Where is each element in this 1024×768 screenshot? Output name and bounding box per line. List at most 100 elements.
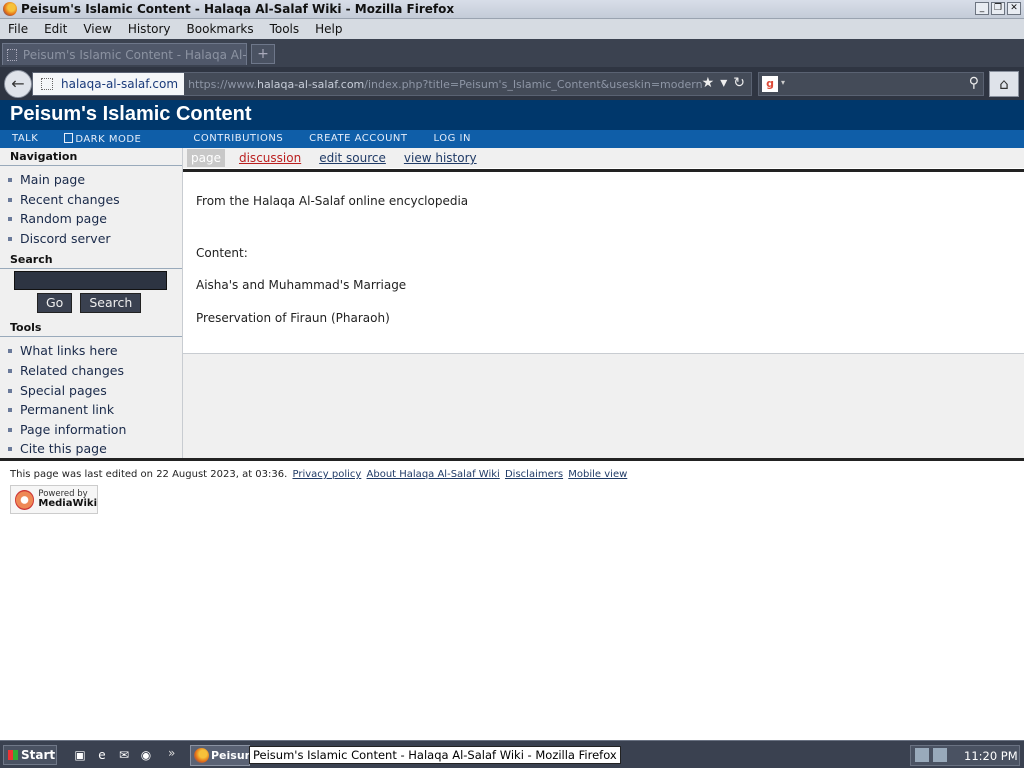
search-heading: Search (0, 251, 182, 270)
tab-view-history[interactable]: view history (404, 151, 477, 165)
sidebar-item-permanent-link[interactable]: Permanent link (0, 400, 182, 420)
bookmark-star-icon[interactable]: ★ (702, 75, 715, 91)
url-prefix: https://www. (188, 77, 257, 91)
windows-logo-icon (8, 750, 18, 760)
url-path: /index.php?title=Peisum's_Islamic_Conten… (364, 77, 703, 91)
footer-divider (0, 458, 1024, 461)
personal-tools: TALK DARK MODE CONTRIBUTIONS CREATE ACCO… (0, 130, 1024, 148)
new-tab-button[interactable]: + (251, 44, 275, 64)
internet-explorer-icon[interactable]: e (94, 747, 110, 763)
site-name[interactable]: Peisum's Islamic Content (10, 103, 252, 126)
window-titlebar: Peisum's Islamic Content - Halaqa Al-Sal… (0, 0, 1024, 19)
menu-tools[interactable]: Tools (270, 22, 300, 36)
content-link-firaun-preservation[interactable]: Preservation of Firaun (Pharaoh) (196, 311, 1011, 325)
menu-help[interactable]: Help (315, 22, 342, 36)
search-input[interactable] (14, 271, 167, 291)
tab-discussion[interactable]: discussion (239, 151, 301, 165)
url-text[interactable]: https://www.halaqa-al-salaf.com/index.ph… (188, 78, 702, 91)
window-controls: _ ❐ ✕ (975, 2, 1021, 15)
quick-launch: ▣ e ✉ ◉ (72, 747, 154, 763)
magnifier-icon[interactable]: ⚲ (969, 75, 979, 91)
content-link-aisha-marriage[interactable]: Aisha's and Muhammad's Marriage (196, 278, 1011, 292)
create-account-link[interactable]: CREATE ACCOUNT (309, 133, 407, 145)
privacy-policy-link[interactable]: Privacy policy (293, 469, 362, 480)
menu-bar: File Edit View History Bookmarks Tools H… (0, 19, 1024, 39)
go-button[interactable]: Go (37, 293, 73, 314)
sidebar-item-related-changes[interactable]: Related changes (0, 361, 182, 381)
sidebar-item-cite-this-page[interactable]: Cite this page (0, 439, 182, 459)
home-icon: ⌂ (999, 75, 1009, 93)
start-label: Start (21, 748, 56, 762)
tools-list: What links here Related changes Special … (0, 337, 182, 459)
back-button[interactable]: ← (4, 70, 32, 98)
tools-heading: Tools (0, 319, 182, 338)
powered-by-mediawiki-badge[interactable]: Powered by MediaWiki (10, 485, 98, 514)
contributions-link[interactable]: CONTRIBUTIONS (193, 133, 283, 145)
tab-page[interactable]: page (187, 149, 225, 167)
browser-tab[interactable]: Peisum's Islamic Content - Halaqa Al-Sal… (2, 43, 247, 65)
taskbar-tooltip: Peisum's Islamic Content - Halaqa Al-Sal… (249, 746, 621, 764)
dark-mode-link[interactable]: DARK MODE (64, 133, 167, 145)
sidebar-item-random-page[interactable]: Random page (0, 209, 182, 229)
search-buttons: Go Search (37, 293, 182, 314)
last-edited-text: This page was last edited on 22 August 2… (10, 469, 288, 480)
menu-bookmarks[interactable]: Bookmarks (187, 22, 254, 36)
wiki-header: Peisum's Islamic Content (0, 100, 1024, 130)
sidebar-item-recent-changes[interactable]: Recent changes (0, 190, 182, 210)
log-in-link[interactable]: LOG IN (434, 133, 471, 145)
dropdown-arrow-icon[interactable]: ▾ (720, 75, 727, 91)
firefox-icon (194, 748, 209, 763)
menu-view[interactable]: View (83, 22, 111, 36)
url-host: halaqa-al-salaf.com (256, 77, 365, 91)
menu-file[interactable]: File (8, 22, 28, 36)
mobile-view-link[interactable]: Mobile view (568, 469, 627, 480)
navigation-heading: Navigation (0, 148, 182, 166)
dark-mode-icon (64, 133, 74, 143)
navigation-toolbar: ← halaqa-al-salaf.com https://www.halaqa… (0, 67, 1024, 100)
content-bottom-area (183, 354, 1024, 458)
talk-link[interactable]: TALK (12, 133, 38, 145)
sidebar-item-page-information[interactable]: Page information (0, 420, 182, 440)
site-icon (41, 78, 53, 90)
url-bar[interactable]: halaqa-al-salaf.com https://www.halaqa-a… (32, 72, 752, 96)
sidebar-item-discord-server[interactable]: Discord server (0, 229, 182, 249)
menu-edit[interactable]: Edit (44, 22, 67, 36)
tab-edit-source[interactable]: edit source (319, 151, 386, 165)
outlook-icon[interactable]: ✉ (116, 747, 132, 763)
back-arrow-icon: ← (11, 74, 25, 93)
start-button[interactable]: Start (3, 745, 57, 765)
maximize-button[interactable]: ❐ (991, 2, 1005, 15)
quick-launch-more-icon[interactable]: » (168, 746, 175, 760)
google-icon[interactable]: g (762, 76, 778, 92)
window-title: Peisum's Islamic Content - Halaqa Al-Sal… (21, 2, 455, 16)
minimize-button[interactable]: _ (975, 2, 989, 15)
taskbar-item-label: Peisum (211, 749, 249, 762)
search-engine-dropdown-icon[interactable]: ▾ (781, 78, 785, 87)
sidebar-item-what-links-here[interactable]: What links here (0, 341, 182, 361)
content-label: Content: (196, 246, 248, 260)
search-bar[interactable]: g ▾ ⚲ (758, 72, 984, 96)
media-icon[interactable]: ◉ (138, 747, 154, 763)
network-icon[interactable] (915, 748, 929, 762)
taskbar-firefox-item[interactable]: Peisum (190, 745, 250, 766)
disclaimers-link[interactable]: Disclaimers (505, 469, 563, 480)
url-bar-icons: ★ ▾ ↻ (702, 75, 745, 91)
dark-mode-label: DARK MODE (75, 134, 142, 145)
site-identity-button[interactable]: halaqa-al-salaf.com (33, 73, 185, 95)
sidebar: Navigation Main page Recent changes Rand… (0, 148, 183, 458)
clock[interactable]: 11:20 PM (964, 749, 1018, 763)
close-button[interactable]: ✕ (1007, 2, 1021, 15)
about-link[interactable]: About Halaqa Al-Salaf Wiki (367, 469, 500, 480)
identity-domain: halaqa-al-salaf.com (61, 77, 179, 91)
sidebar-item-main-page[interactable]: Main page (0, 170, 182, 190)
home-button[interactable]: ⌂ (989, 71, 1019, 97)
footer: This page was last edited on 22 August 2… (10, 469, 627, 480)
volume-icon[interactable] (933, 748, 947, 762)
sidebar-item-special-pages[interactable]: Special pages (0, 381, 182, 401)
powered-by-text: Powered by MediaWiki (38, 490, 97, 509)
tab-strip: Peisum's Islamic Content - Halaqa Al-Sal… (0, 39, 1024, 67)
menu-history[interactable]: History (128, 22, 171, 36)
search-button[interactable]: Search (80, 293, 142, 314)
reload-icon[interactable]: ↻ (733, 75, 745, 91)
show-desktop-icon[interactable]: ▣ (72, 747, 88, 763)
